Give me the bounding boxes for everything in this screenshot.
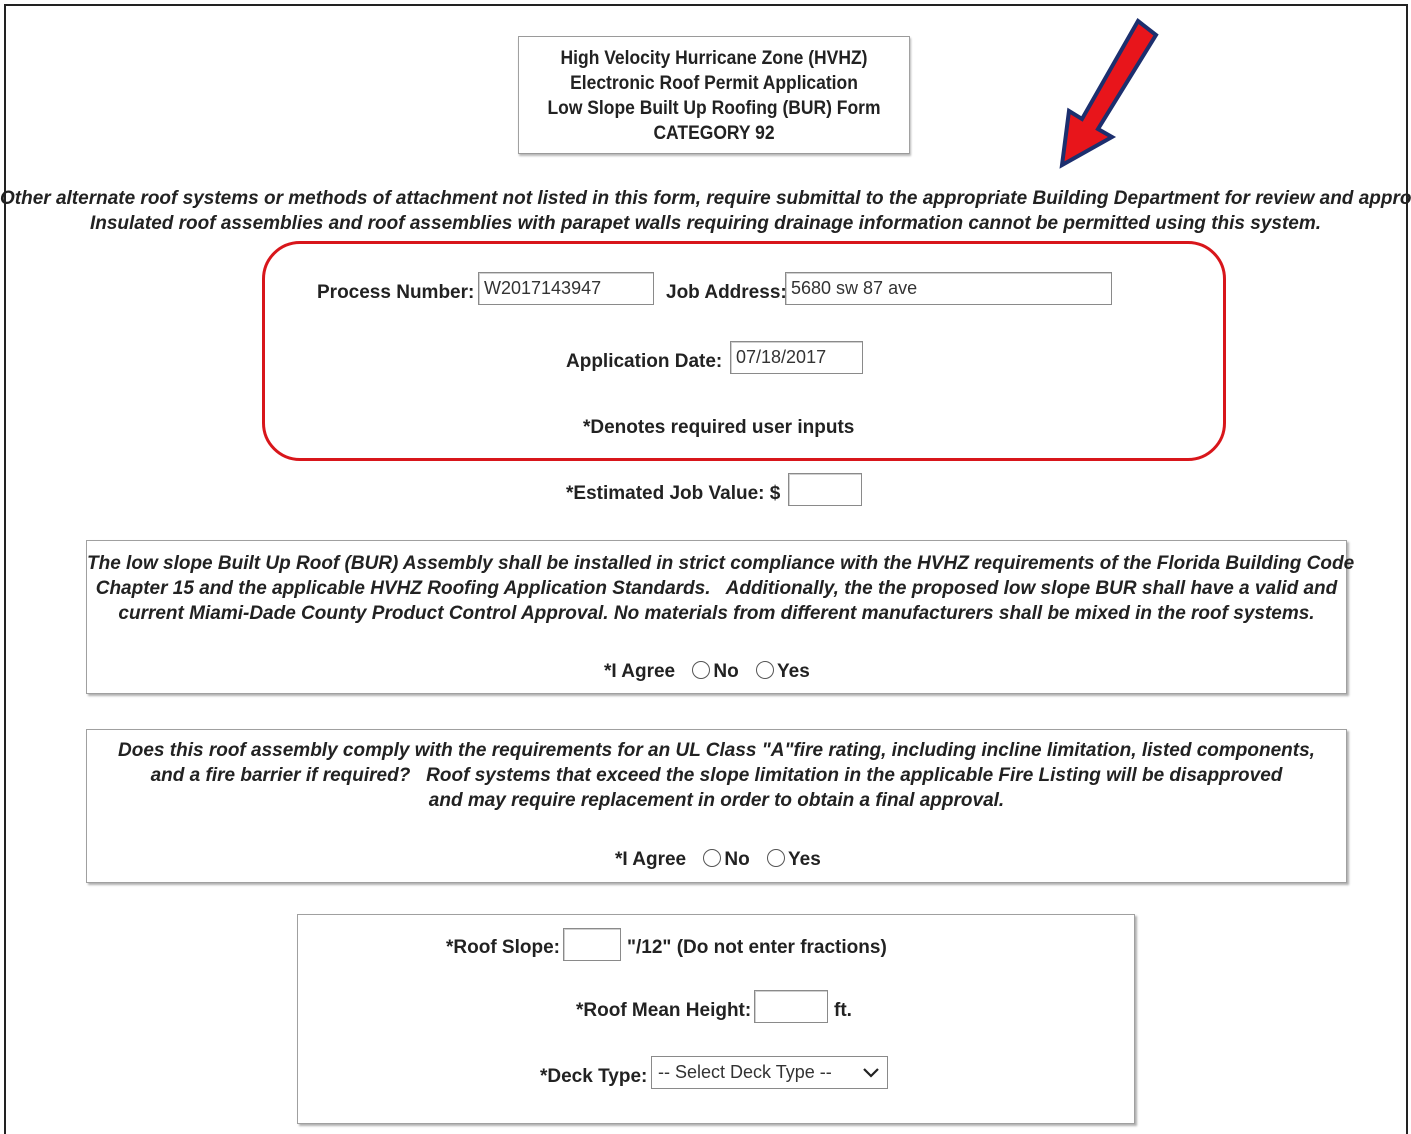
application-date-input[interactable] [730, 341, 863, 374]
compliance-no-label[interactable]: No [713, 661, 738, 682]
compliance-agree-label: *I Agree [604, 661, 676, 682]
fire-rating-agree-group: *I Agree No Yes [615, 849, 821, 871]
job-address-input[interactable] [785, 272, 1112, 305]
fire-rating-agreement-text: Does this roof assembly comply with the … [87, 738, 1346, 813]
process-number-input[interactable] [478, 272, 654, 305]
fire-rating-yes-radio[interactable] [767, 849, 785, 867]
annotation-arrow-icon [1059, 18, 1159, 169]
chevron-down-icon [863, 1068, 879, 1078]
form-title-box: High Velocity Hurricane Zone (HVHZ) Elec… [518, 36, 910, 154]
deck-type-select[interactable]: -- Select Deck Type -- [651, 1056, 888, 1089]
deck-type-label: *Deck Type: [540, 1066, 648, 1087]
fire-rating-no-radio[interactable] [703, 849, 722, 867]
roof-slope-suffix: "/12" (Do not enter fractions) [627, 937, 887, 958]
compliance-agreement-text: The low slope Built Up Roof (BUR) Assemb… [87, 551, 1355, 626]
compliance-yes-radio[interactable] [756, 661, 774, 679]
required-inputs-note: *Denotes required user inputs [583, 417, 855, 438]
compliance-yes-label[interactable]: Yes [777, 661, 810, 682]
fire-rating-yes-label[interactable]: Yes [788, 849, 821, 870]
title-line-4: CATEGORY 92 [653, 123, 775, 144]
process-number-label: Process Number: [317, 282, 475, 303]
fire-rating-line-2: and a fire barrier if required? Roof sys… [150, 765, 1283, 786]
roof-slope-label: *Roof Slope: [446, 937, 560, 958]
fire-rating-line-3: and may require replacement in order to … [428, 790, 1005, 811]
notice-line-2: Insulated roof assemblies and roof assem… [89, 213, 1322, 234]
compliance-agree-group: *I Agree No Yes [604, 661, 810, 683]
roof-mean-height-label: *Roof Mean Height: [576, 1000, 752, 1021]
deck-type-selected-value: -- Select Deck Type -- [658, 1062, 832, 1082]
title-line-3: Low Slope Built Up Roofing (BUR) Form [547, 98, 881, 119]
estimated-job-value-input[interactable] [788, 473, 862, 506]
fire-rating-agreement-panel: Does this roof assembly comply with the … [86, 729, 1347, 883]
fire-rating-no-label[interactable]: No [724, 849, 749, 870]
notice-line-1: Other alternate roof systems or methods … [0, 188, 1411, 209]
title-line-1: High Velocity Hurricane Zone (HVHZ) [560, 48, 868, 69]
compliance-no-radio[interactable] [692, 661, 711, 679]
roof-mean-height-unit: ft. [834, 1000, 852, 1021]
title-line-2: Electronic Roof Permit Application [570, 73, 858, 94]
compliance-agreement-panel: The low slope Built Up Roof (BUR) Assemb… [86, 540, 1355, 694]
job-address-label: Job Address: [666, 282, 787, 303]
fire-rating-line-1: Does this roof assembly comply with the … [118, 740, 1315, 761]
compliance-line-2: Chapter 15 and the applicable HVHZ Roofi… [95, 578, 1338, 599]
roof-slope-input[interactable] [563, 928, 621, 961]
compliance-line-3: current Miami-Dade County Product Contro… [118, 603, 1315, 624]
compliance-line-1: The low slope Built Up Roof (BUR) Assemb… [87, 553, 1355, 574]
application-date-label: Application Date: [566, 351, 723, 372]
fire-rating-agree-label: *I Agree [615, 849, 687, 870]
roof-mean-height-input[interactable] [754, 990, 828, 1023]
estimated-job-value-label: *Estimated Job Value: $ [566, 483, 781, 504]
